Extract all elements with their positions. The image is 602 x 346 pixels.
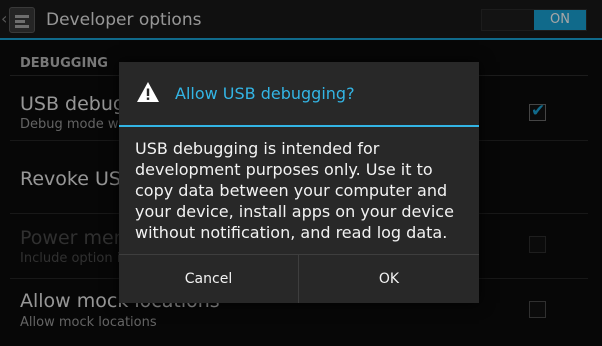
dialog-title: Allow USB debugging? [175,84,355,103]
warning-icon [137,82,159,102]
ok-button[interactable]: OK [299,255,479,303]
dialog-title-divider [119,125,479,127]
cancel-button[interactable]: Cancel [119,255,298,303]
dialog-message: USB debugging is intended for developmen… [135,139,454,242]
usb-debugging-dialog: Allow USB debugging? USB debugging is in… [119,62,479,303]
